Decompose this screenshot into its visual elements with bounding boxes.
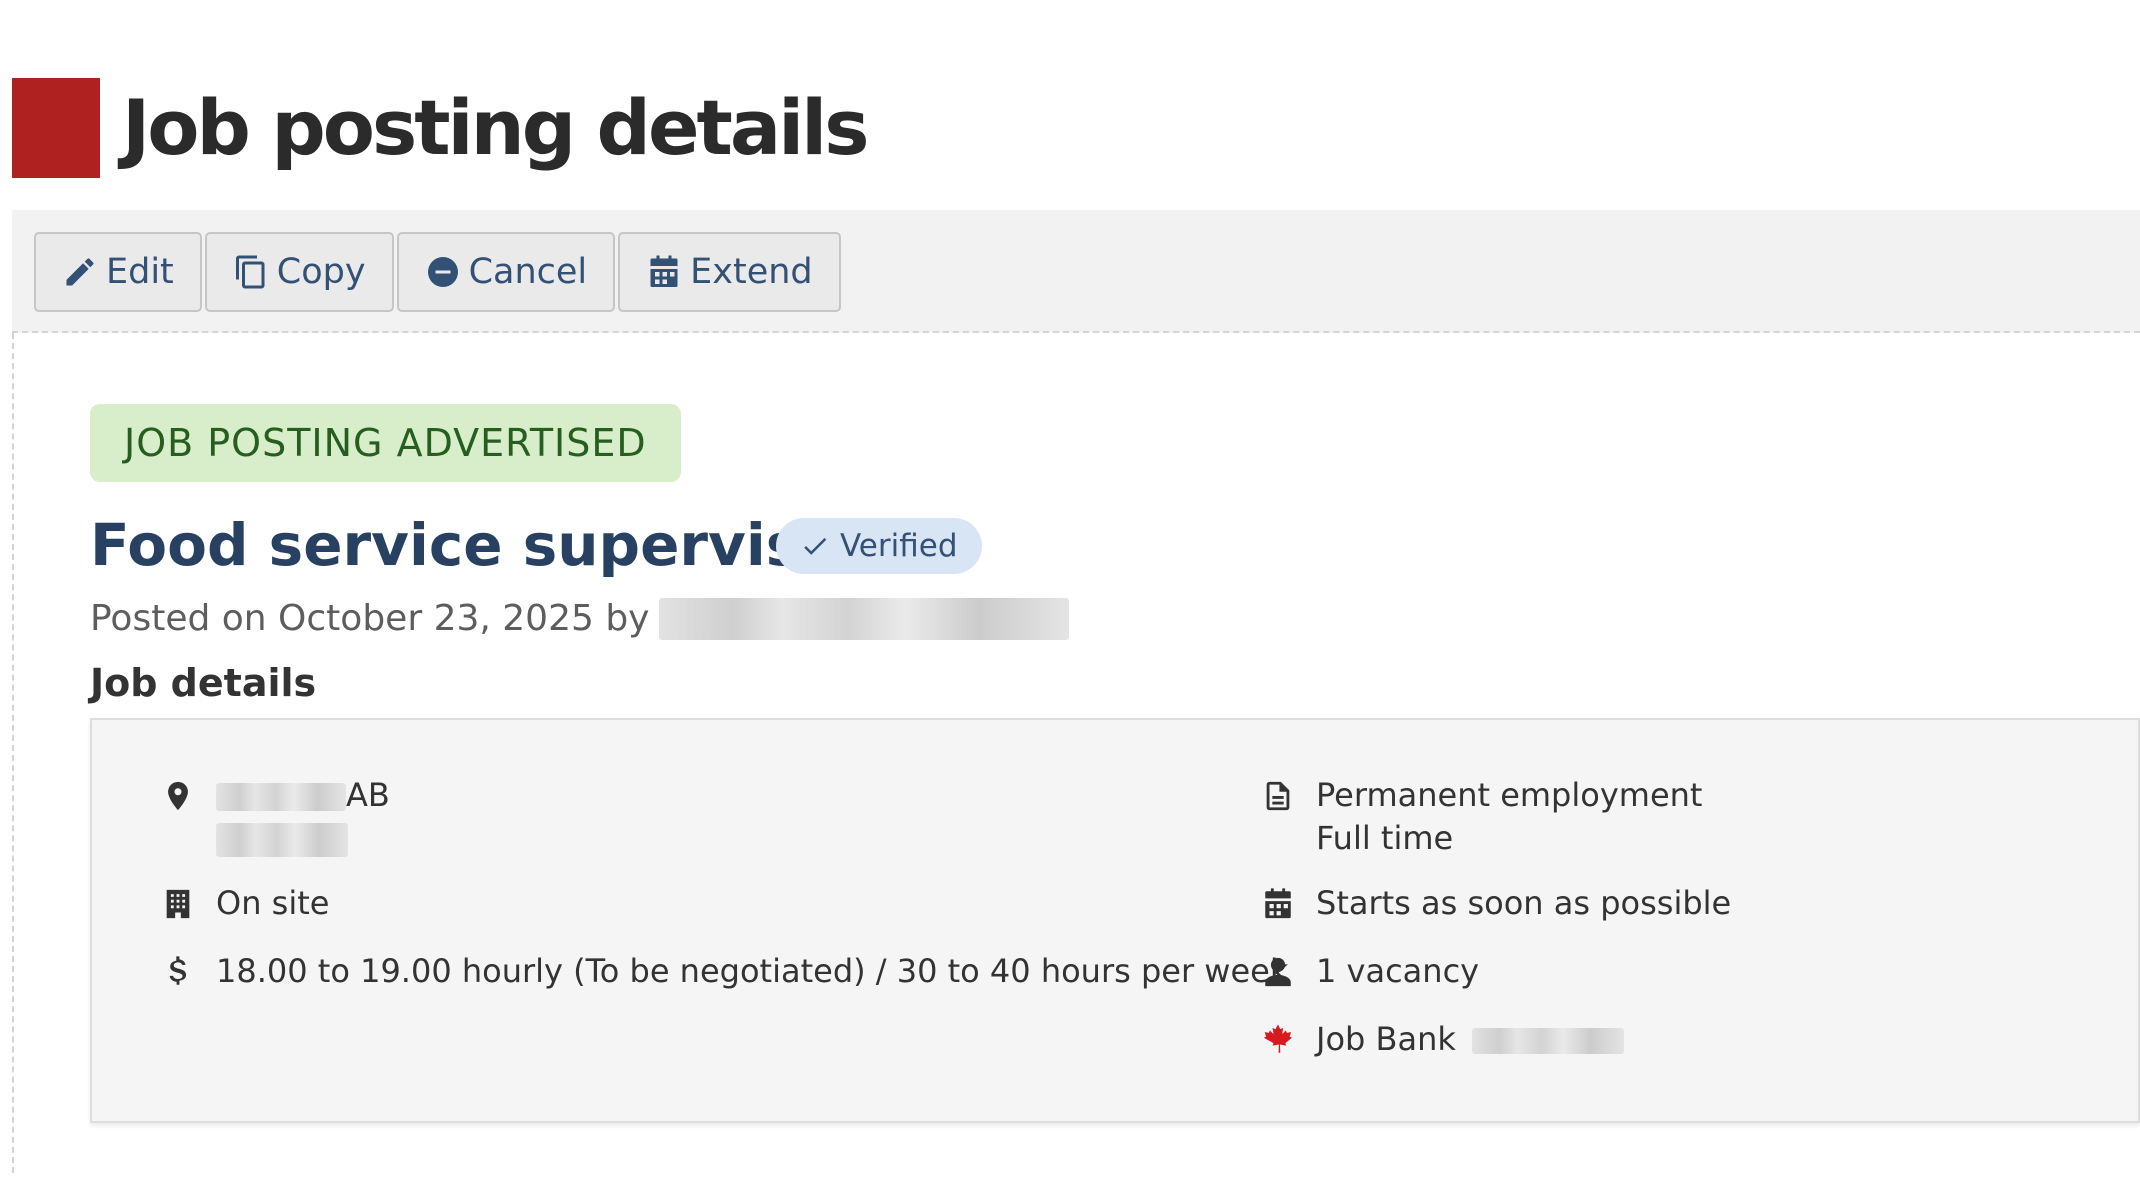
posted-text: Posted on October 23, 2025 by (90, 598, 650, 639)
copy-button[interactable]: Copy (204, 232, 394, 312)
cancel-button-label: Cancel (468, 252, 588, 292)
work-setting-item: On site (158, 882, 329, 926)
redacted-employer-name (659, 598, 1070, 640)
vacancy-item: 1 vacancy (1258, 950, 1479, 994)
action-toolbar: Edit Copy Cancel Extend (12, 210, 2140, 333)
salary-item: 18.00 to 19.00 hourly (To be negotiated)… (158, 950, 1288, 994)
work-setting-text: On site (216, 884, 330, 922)
calendar-icon (650, 255, 678, 287)
dollar-icon (169, 956, 187, 985)
start-date-text: Starts as soon as possible (1316, 884, 1732, 922)
redacted-city (216, 783, 346, 811)
pencil-icon (66, 258, 94, 286)
job-source-item: Job Bank (1258, 1018, 1625, 1062)
job-title: Food service supervisor (90, 511, 869, 579)
redacted-postal-code (216, 823, 348, 857)
salary-text: 18.00 to 19.00 hourly (To be negotiated)… (216, 952, 1289, 990)
extend-button-label: Extend (690, 252, 813, 292)
extend-button[interactable]: Extend (618, 232, 841, 312)
job-source-text: Job Bank (1316, 1018, 1625, 1061)
map-marker-icon (168, 781, 188, 811)
employment-type-line: Permanent employment (1316, 776, 1703, 814)
status-badge: JOB POSTING ADVERTISED (90, 404, 681, 482)
content-divider (12, 333, 14, 1173)
edit-button-label: Edit (106, 252, 174, 292)
employment-type-item: Permanent employment Full time (1258, 774, 1702, 860)
action-button-group: Edit Copy Cancel Extend (34, 232, 844, 312)
checkmark-icon (804, 538, 827, 555)
cancel-button[interactable]: Cancel (396, 232, 616, 312)
location-text: AB (216, 774, 390, 860)
calendar-icon (1265, 888, 1291, 919)
vacancy-text: 1 vacancy (1316, 952, 1480, 990)
building-icon (166, 889, 190, 919)
job-details-box: AB On site 18.00 to 19.00 hourly (To be … (90, 718, 2140, 1123)
person-icon (1265, 957, 1291, 987)
edit-button[interactable]: Edit (34, 232, 202, 312)
page-title: Job posting details (122, 83, 869, 172)
verified-label: Verified (840, 528, 958, 564)
title-accent-bar (12, 78, 100, 178)
location-item: AB (158, 774, 390, 860)
employment-hours-line: Full time (1316, 819, 1454, 857)
start-date-item: Starts as soon as possible (1258, 882, 1731, 926)
job-details-heading: Job details (90, 661, 317, 705)
copy-icon (235, 255, 265, 289)
redacted-job-number (1472, 1028, 1625, 1054)
copy-button-label: Copy (276, 252, 366, 292)
employment-type-text: Permanent employment Full time (1316, 774, 1702, 860)
maple-leaf-icon (1263, 1024, 1292, 1053)
job-bank-label: Job Bank (1316, 1020, 1456, 1058)
minus-circle-icon (427, 257, 458, 287)
location-province: AB (346, 776, 390, 814)
document-icon (1266, 781, 1290, 811)
verified-badge: Verified (776, 518, 982, 574)
posted-info: Posted on October 23, 2025 by (90, 594, 1070, 644)
